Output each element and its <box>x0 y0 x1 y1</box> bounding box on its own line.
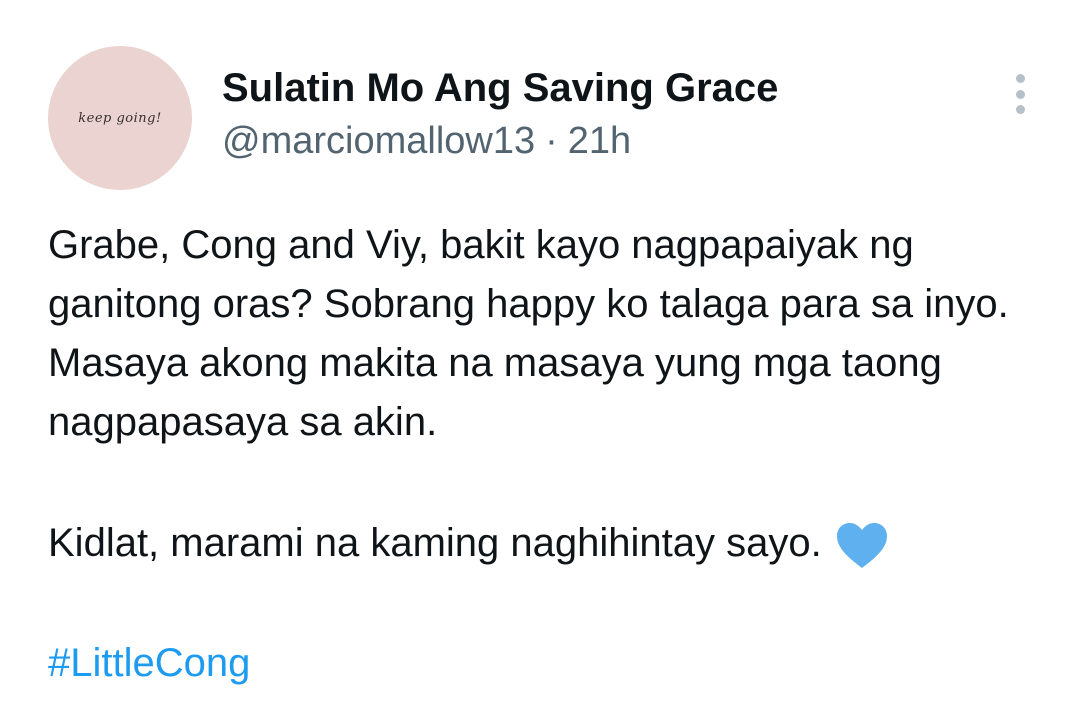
tweet-text: Grabe, Cong and Viy, bakit kayo nagpapai… <box>48 216 1048 452</box>
tweet-paragraph: Grabe, Cong and Viy, bakit kayo nagpapai… <box>48 223 1009 444</box>
display-name[interactable]: Sulatin Mo Ang Saving Grace <box>222 64 778 112</box>
tweet-paragraph-line: Kidlat, marami na kaming naghihintay say… <box>48 514 888 573</box>
more-dot-icon <box>1015 105 1025 114</box>
hashtag-link[interactable]: #LittleCong <box>48 634 250 693</box>
tweet-timestamp[interactable]: 21h <box>568 120 631 162</box>
meta-separator: · <box>545 120 558 162</box>
user-handle[interactable]: @marciomallow13 <box>222 120 535 162</box>
blue-heart-icon <box>836 522 888 570</box>
more-dot-icon <box>1015 74 1025 83</box>
more-options-button[interactable] <box>1006 74 1034 114</box>
avatar-text: keep going! <box>78 110 162 126</box>
avatar[interactable]: keep going! <box>48 46 192 190</box>
tweet-paragraph: Kidlat, marami na kaming naghihintay say… <box>48 521 822 565</box>
tweet-meta: @marciomallow13 · 21h <box>222 118 631 164</box>
tweet-card: keep going! Sulatin Mo Ang Saving Grace … <box>0 0 1080 705</box>
more-dot-icon <box>1015 89 1025 99</box>
